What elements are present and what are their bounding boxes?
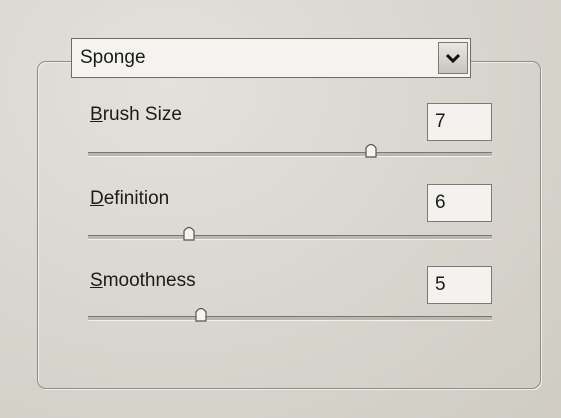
filter-dropdown-value: Sponge	[80, 47, 146, 68]
smoothness-label: Smoothness	[90, 270, 196, 291]
smoothness-slider-thumb[interactable]	[194, 305, 208, 323]
definition-slider[interactable]	[88, 226, 492, 241]
brush-size-field[interactable]: 7	[427, 103, 492, 141]
chevron-down-icon	[446, 53, 460, 63]
definition-label: Definition	[90, 188, 170, 209]
brush-size-label: Brush Size	[90, 104, 182, 125]
filter-dropdown[interactable]: Sponge	[71, 38, 471, 78]
smoothness-slider[interactable]	[88, 307, 492, 322]
smoothness-field[interactable]: 5	[427, 266, 492, 304]
brush-size-slider-thumb[interactable]	[364, 141, 378, 159]
dropdown-arrow-button[interactable]	[438, 42, 468, 74]
definition-slider-thumb[interactable]	[182, 224, 196, 242]
brush-size-slider[interactable]	[88, 143, 492, 158]
definition-field[interactable]: 6	[427, 184, 492, 222]
